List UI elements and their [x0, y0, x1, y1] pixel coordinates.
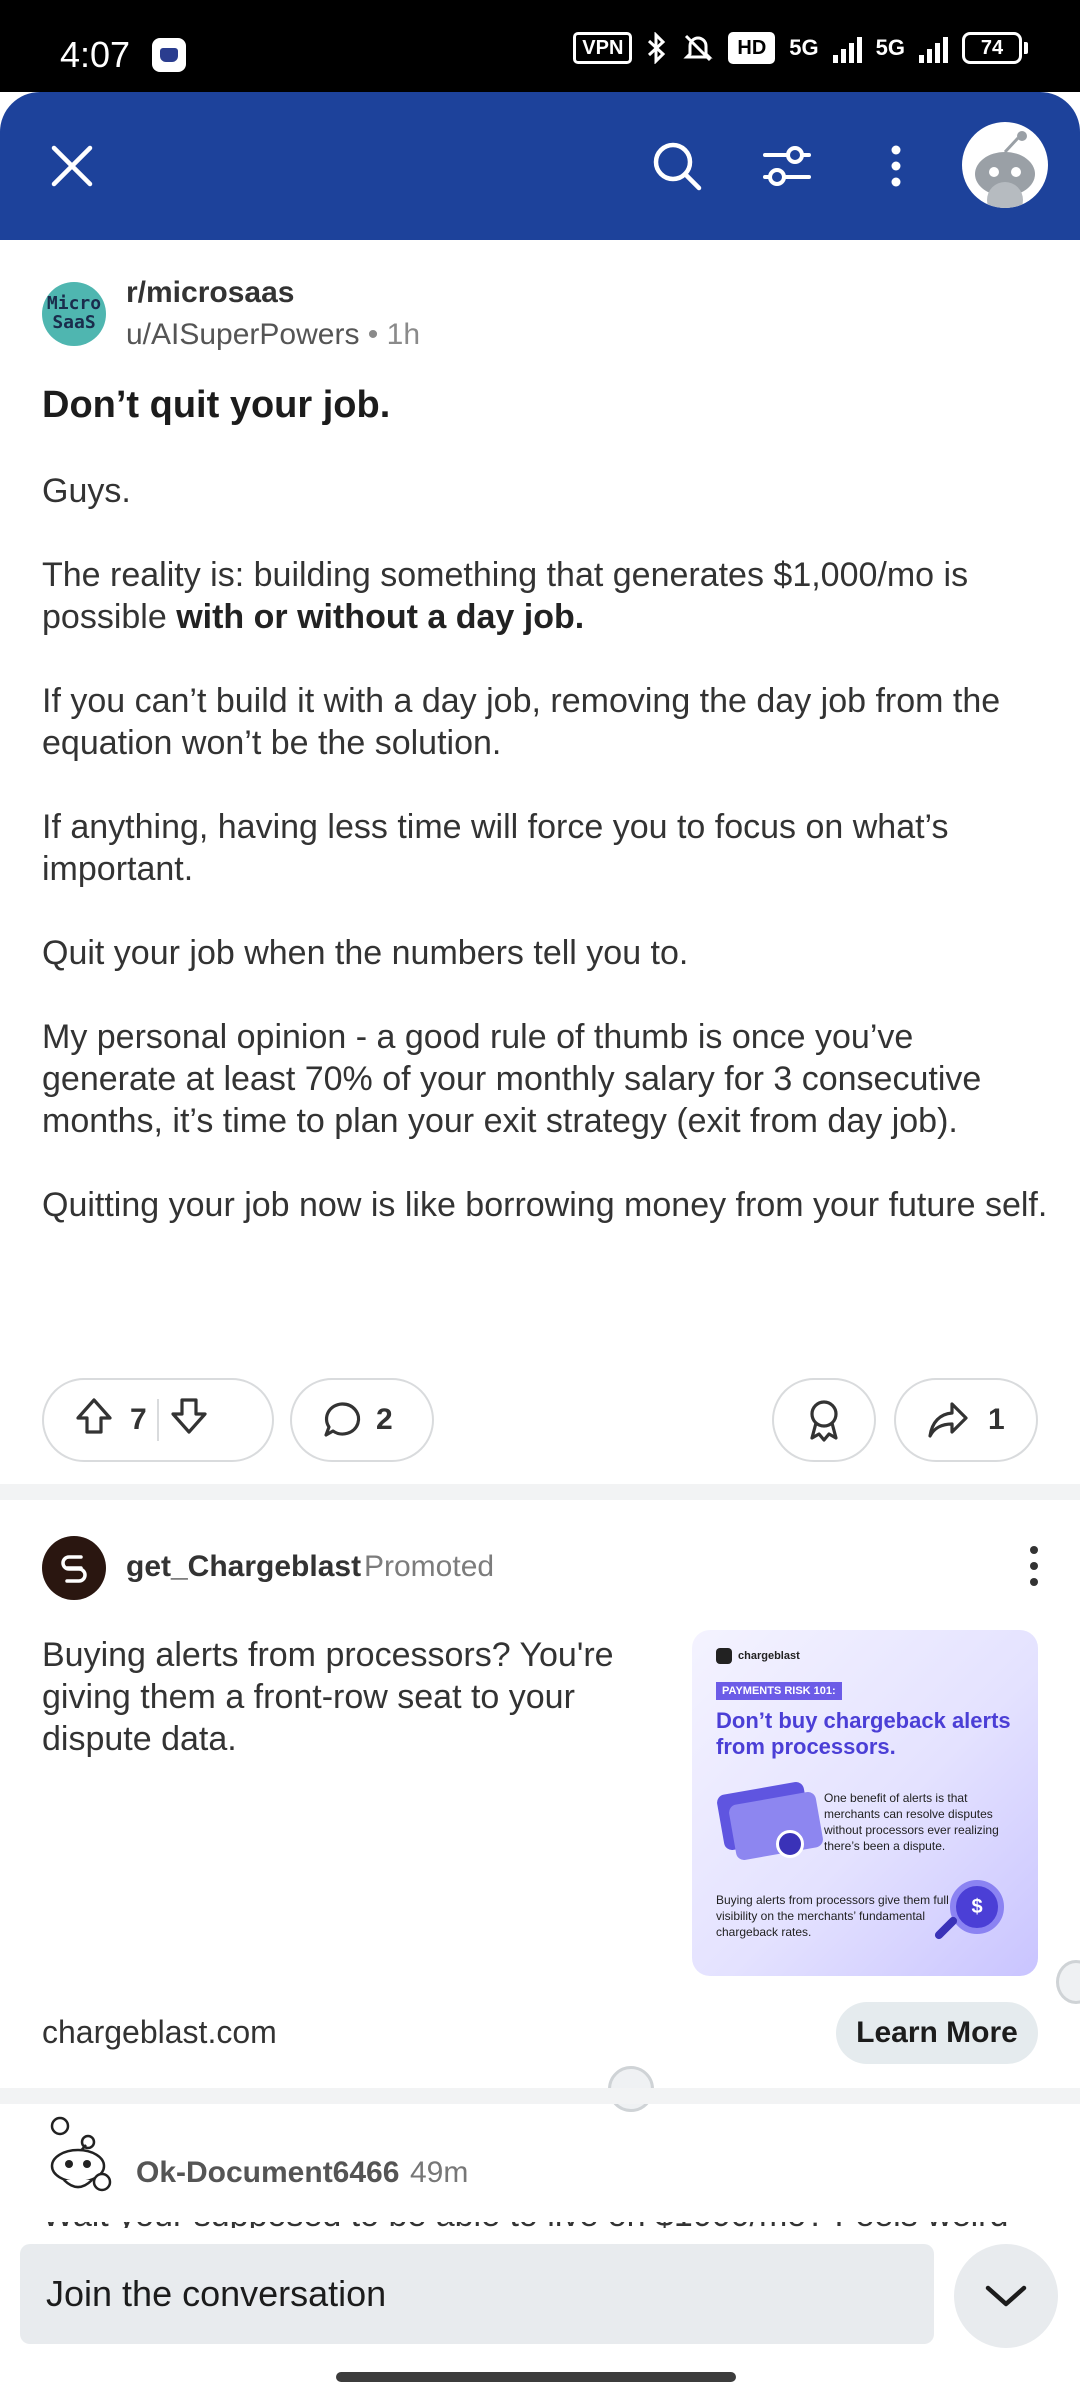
vote-control: 7: [42, 1378, 274, 1462]
bluetooth-icon: [648, 32, 666, 64]
avatar-icon: [975, 131, 1035, 208]
ad-image-tag: PAYMENTS RISK 101:: [716, 1682, 842, 1700]
ad-image-paragraph: Buying alerts from processors give them …: [716, 1893, 949, 1939]
status-bar: 4:07 VPN HD 5G 5G 74: [0, 0, 1080, 92]
status-time: 4:07: [60, 34, 131, 75]
check-badge-icon: [776, 1830, 804, 1858]
downvote-icon: [171, 1398, 207, 1434]
section-divider: [0, 1484, 1080, 1500]
post-paragraph: If you can’t build it with a day job, re…: [42, 682, 1001, 762]
award-button[interactable]: [772, 1378, 876, 1462]
post-age: 1h: [386, 318, 421, 351]
post-body: Guys. The reality is: building something…: [42, 470, 1052, 1268]
ad-text[interactable]: Buying alerts from processors? You're gi…: [42, 1634, 662, 1760]
section-divider: [0, 2088, 1080, 2104]
chevron-down-icon: [985, 2285, 1027, 2307]
comment-count: 2: [376, 1403, 393, 1436]
subreddit-icon[interactable]: Micro SaaS: [42, 282, 106, 346]
filter-icon: [763, 146, 811, 186]
comment-icon: [324, 1402, 361, 1437]
share-icon: [928, 1402, 968, 1438]
upvote-button[interactable]: [74, 1396, 114, 1444]
join-conversation-input[interactable]: [20, 2244, 934, 2344]
subreddit-name[interactable]: r/microsaas: [126, 276, 294, 310]
mute-bell-icon: [683, 34, 714, 62]
vpn-icon: VPN: [573, 32, 633, 64]
post-author[interactable]: u/AISuperPowers: [126, 318, 359, 351]
comment-author[interactable]: Ok-Document6466: [136, 2156, 399, 2190]
ad-domain[interactable]: chargeblast.com: [42, 2014, 277, 2051]
home-indicator[interactable]: [336, 2372, 736, 2382]
post-paragraph: The reality is: building something that …: [42, 554, 1052, 638]
network-type-2: 5G: [875, 35, 905, 60]
status-indicators: VPN HD 5G 5G 74: [573, 32, 1028, 64]
upvote-icon: [76, 1398, 112, 1434]
app-bar: [0, 92, 1080, 240]
close-icon: [51, 145, 93, 187]
app-notification-icon: [152, 38, 186, 72]
ad-more-button[interactable]: [1028, 1544, 1040, 1593]
ad-image-headline: Don’t buy chargeback alerts from process…: [716, 1708, 1011, 1759]
chargeblast-logo-icon: [61, 1555, 87, 1583]
more-vertical-icon: [1030, 1546, 1038, 1586]
collapse-button[interactable]: [954, 2244, 1058, 2348]
award-icon: [810, 1400, 838, 1442]
advertiser-name[interactable]: get_Chargeblast: [126, 1550, 361, 1584]
post-title: Don’t quit your job.: [42, 384, 391, 426]
post-paragraph: Quit your job when the numbers tell you …: [42, 934, 689, 972]
share-button[interactable]: 1: [894, 1378, 1038, 1462]
post-paragraph: Guys.: [42, 472, 131, 510]
battery-level: 74: [962, 32, 1022, 64]
downvote-button[interactable]: [169, 1396, 209, 1444]
vote-count: 7: [130, 1403, 147, 1436]
post-text-bold: with or without a day job.: [176, 598, 585, 636]
comment-age: 49m: [410, 2156, 469, 2189]
promoted-label: Promoted: [364, 1550, 495, 1583]
signal-icon-1: [832, 33, 862, 63]
signal-icon-2: [919, 33, 948, 63]
ad-image-paragraph: One benefit of alerts is that merchants …: [824, 1791, 999, 1853]
share-count: 1: [988, 1403, 1005, 1436]
learn-more-button[interactable]: Learn More: [836, 2002, 1038, 2064]
comments-button[interactable]: 2: [290, 1378, 434, 1462]
snoo-avatar-icon: [50, 2116, 112, 2192]
ad-image-brand-text: chargeblast: [738, 1650, 800, 1662]
post-paragraph: My personal opinion - a good rule of thu…: [42, 1018, 982, 1140]
filter-button[interactable]: [756, 92, 818, 240]
advertiser-logo[interactable]: [42, 1536, 106, 1600]
search-button[interactable]: [646, 92, 708, 240]
network-type-1: 5G: [789, 35, 819, 60]
touch-indicator: [1056, 1960, 1080, 2004]
ad-image[interactable]: chargeblast PAYMENTS RISK 101: Don’t buy…: [692, 1630, 1038, 1976]
hd-icon: HD: [728, 32, 776, 64]
commenter-avatar[interactable]: [42, 2112, 122, 2196]
post-meta: u/AISuperPowers • 1h: [126, 318, 420, 352]
search-icon: [653, 142, 702, 191]
battery-icon: 74: [962, 32, 1028, 64]
user-avatar-button[interactable]: [962, 122, 1048, 208]
meta-separator: •: [367, 318, 379, 351]
magnifier-coin-icon: $: [950, 1880, 1004, 1934]
more-vertical-icon: [891, 145, 901, 187]
post-paragraph: Quitting your job now is like borrowing …: [42, 1186, 1048, 1224]
post-paragraph: If anything, having less time will force…: [42, 808, 949, 888]
ad-image-brand: chargeblast: [716, 1648, 800, 1664]
more-options-button[interactable]: [874, 92, 918, 240]
close-button[interactable]: [40, 92, 104, 240]
